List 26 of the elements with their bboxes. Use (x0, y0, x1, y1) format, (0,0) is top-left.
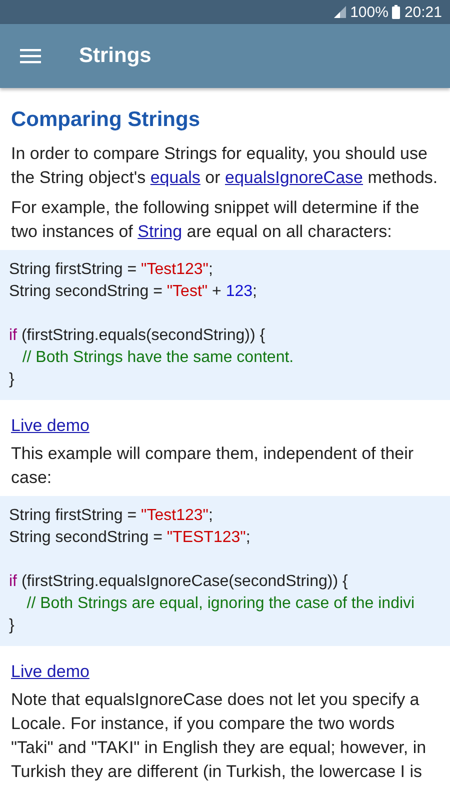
inline-link[interactable]: equalsIgnoreCase (225, 168, 363, 187)
section-heading: Comparing Strings (11, 107, 202, 133)
code-line: String firstString = "Test123"; (9, 260, 213, 280)
code-line: String secondString = "TEST123"; (9, 528, 250, 548)
code-line: // Both Strings are equal, ignoring the case of the indivi (26, 594, 415, 614)
battery-icon (392, 5, 400, 19)
body-paragraph: This example will compare them, independent of their case: (11, 443, 415, 489)
app-title: Strings (79, 44, 152, 68)
code-line: String secondString = "Test" + 123; (9, 282, 257, 302)
menu-button[interactable] (20, 48, 41, 64)
code-line: if (firstString.equals(secondString)) { (9, 326, 266, 346)
live-demo-link[interactable]: Live demo (11, 660, 90, 684)
code-line: } (9, 616, 14, 636)
battery-level: 100% (350, 4, 388, 20)
body-paragraph: In order to compare Strings for equality, you should use the String object's equals or equalsIgnoreCase methods. (11, 143, 439, 189)
code-line: // Both Strings have the same content. (21, 348, 294, 368)
code-line: if (firstString.equalsIgnoreCase(secondString)) { (9, 572, 348, 592)
body-paragraph: For example, the following snippet will determine if the two instances of String are equal on all characters: (11, 197, 420, 243)
live-demo-link[interactable]: Live demo (11, 414, 90, 438)
code-line: String firstString = "Test123"; (9, 506, 213, 526)
inline-link[interactable]: equals (150, 168, 200, 187)
body-paragraph: Note that equalsIgnoreCase does not let you specify a Locale. For instance, if you compare the two words "Taki" and "TAKI" in English they are equal; however, in Turkish they are different (in Turkish, the lowercase I is (11, 689, 428, 783)
signal-icon (334, 6, 346, 18)
clock-time: 20:21 (404, 4, 442, 20)
code-line: } (9, 370, 14, 390)
inline-link[interactable]: String (138, 222, 182, 241)
